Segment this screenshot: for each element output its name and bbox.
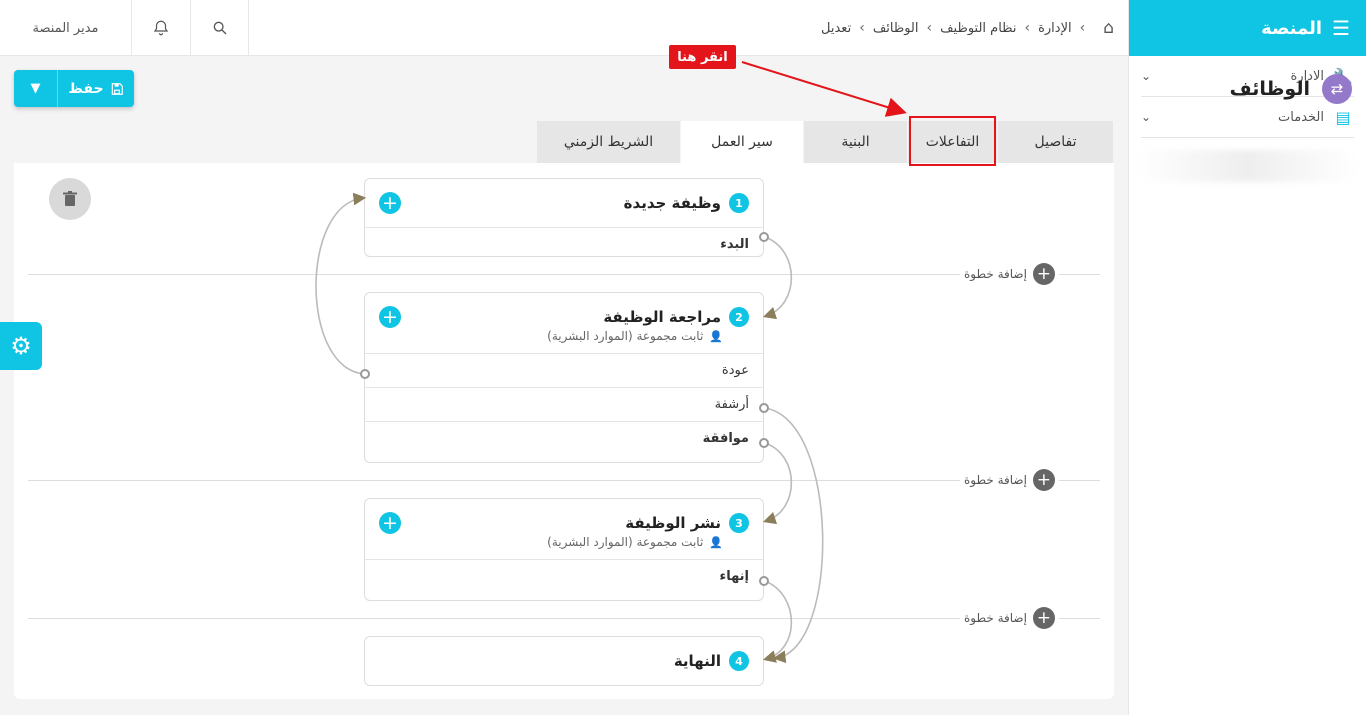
chevron-down-icon: ⌄ [1141,69,1152,83]
save-label: حفظ [68,80,104,97]
menu-icon[interactable]: ☰ [1332,16,1350,40]
plus-icon: + [1032,469,1055,491]
step-separator [28,274,1100,275]
home-icon[interactable]: ⌂ [1103,18,1114,38]
step-number: 1 [729,193,749,213]
bell-icon [153,20,169,36]
tab-label: سير العمل [711,134,773,150]
plus-icon: + [1032,263,1055,285]
breadcrumb: ⌂ › الإدارة › نظام التوظيف › الوظائف › ت… [821,0,1114,56]
workflow-step: 4 النهاية [364,636,764,686]
blurred-item [1137,150,1358,182]
sidebar-header: ☰ المنصة [1129,0,1366,56]
step-title: وظيفة جديدة [623,194,721,212]
add-action-button[interactable]: + [379,306,401,328]
brand-title: المنصة [1261,17,1323,39]
tab-workflow[interactable]: سير العمل [681,121,804,163]
tab-details[interactable]: تفاصيل [998,121,1114,163]
step-number: 3 [729,513,749,533]
workflow-step: 1 وظيفة جديدة + البدء [364,178,764,257]
person-icon: 👤 [709,535,723,549]
step-action[interactable]: عودة [365,353,763,387]
add-action-button[interactable]: + [379,512,401,534]
action-label: البدء [720,237,749,252]
add-step-label: إضافة خطوة [964,611,1027,625]
step-number: 4 [729,651,749,671]
user-menu[interactable]: مدير المنصة [0,0,132,56]
chevron-icon: › [926,20,933,36]
server-icon: ▤ [1335,107,1351,127]
add-step-button[interactable]: + إضافة خطوة [960,607,1059,629]
assignee-label: ثابت مجموعة (الموارد البشرية) [547,329,704,343]
action-label: عودة [721,363,749,378]
tab-label: الشريط الزمني [563,134,654,150]
search-button[interactable] [191,0,249,56]
floppy-icon [111,82,123,95]
add-step-button[interactable]: + إضافة خطوة [960,263,1059,285]
page-title-text: الوظائف [1229,78,1310,100]
action-label: موافقة [702,431,749,446]
annotation-highlight [909,116,996,166]
delete-button[interactable] [49,178,91,220]
user-label: مدير المنصة [32,20,99,36]
notifications-button[interactable] [132,0,191,56]
step-title: نشر الوظيفة [625,514,721,532]
tab-label: البنية [841,134,870,150]
chevron-down-icon: ▼ [30,81,41,96]
save-button-group: ▼ حفظ [14,70,134,107]
tab-timeline[interactable]: الشريط الزمني [537,121,681,163]
annotation-label: انقر هنا [669,45,736,69]
step-number: 2 [729,307,749,327]
add-step-button[interactable]: + إضافة خطوة [960,469,1059,491]
add-action-button[interactable]: + [379,192,401,214]
step-title: النهاية [673,652,721,670]
breadcrumb-item[interactable]: الإدارة [1038,21,1072,36]
gear-icon: ⚙ [10,332,32,360]
step-title: مراجعة الوظيفة [603,308,721,326]
action-label: إنهاء [719,569,749,584]
breadcrumb-item: تعديل [821,20,852,36]
step-action[interactable]: إنهاء [365,559,763,593]
step-separator [28,618,1100,619]
chevron-icon: › [1024,20,1031,36]
tab-label: تفاصيل [1034,134,1077,150]
step-action[interactable]: موافقة [365,421,763,455]
sidebar-item-label: الخدمات [1278,109,1324,125]
action-label: أرشفة [714,397,749,412]
annotation-text: انقر هنا [677,49,728,65]
sidebar: ☰ المنصة 🔧 الادارة ⌄ ▤ الخدمات ⌄ [1128,0,1366,715]
breadcrumb-item[interactable]: الوظائف [873,21,919,36]
save-dropdown-button[interactable]: ▼ [14,70,58,107]
step-action[interactable]: أرشفة [365,387,763,421]
search-icon [213,21,226,35]
annotation-arrow [741,61,907,117]
settings-button[interactable]: ⚙ [0,322,42,370]
plus-icon: + [1032,607,1055,629]
workflow-step: 3 نشر الوظيفة + 👤 ثابت مجموعة (الموارد ا… [364,498,764,601]
trash-icon [63,191,77,206]
step-assignee: 👤 ثابت مجموعة (الموارد البشرية) [365,329,763,353]
swap-icon: ⇄ [1322,74,1352,104]
person-icon: 👤 [709,329,723,343]
breadcrumb-item[interactable]: نظام التوظيف [940,21,1016,36]
chevron-icon: › [859,20,865,36]
step-separator [28,480,1100,481]
save-button[interactable]: حفظ [58,70,134,107]
step-action[interactable]: البدء [365,227,763,261]
workflow-step: 2 مراجعة الوظيفة + 👤 ثابت مجموعة (الموار… [364,292,764,463]
add-step-label: إضافة خطوة [964,473,1027,487]
topbar: مدير المنصة ⌂ › الإدارة › نظام التوظيف ›… [0,0,1128,56]
step-assignee: 👤 ثابت مجموعة (الموارد البشرية) [365,535,763,559]
tab-structure[interactable]: البنية [804,121,908,163]
chevron-down-icon: ⌄ [1141,110,1152,124]
assignee-label: ثابت مجموعة (الموارد البشرية) [547,535,704,549]
page-title: ⇄ الوظائف [1230,72,1352,106]
chevron-icon: › [1079,20,1086,36]
add-step-label: إضافة خطوة [964,267,1027,281]
